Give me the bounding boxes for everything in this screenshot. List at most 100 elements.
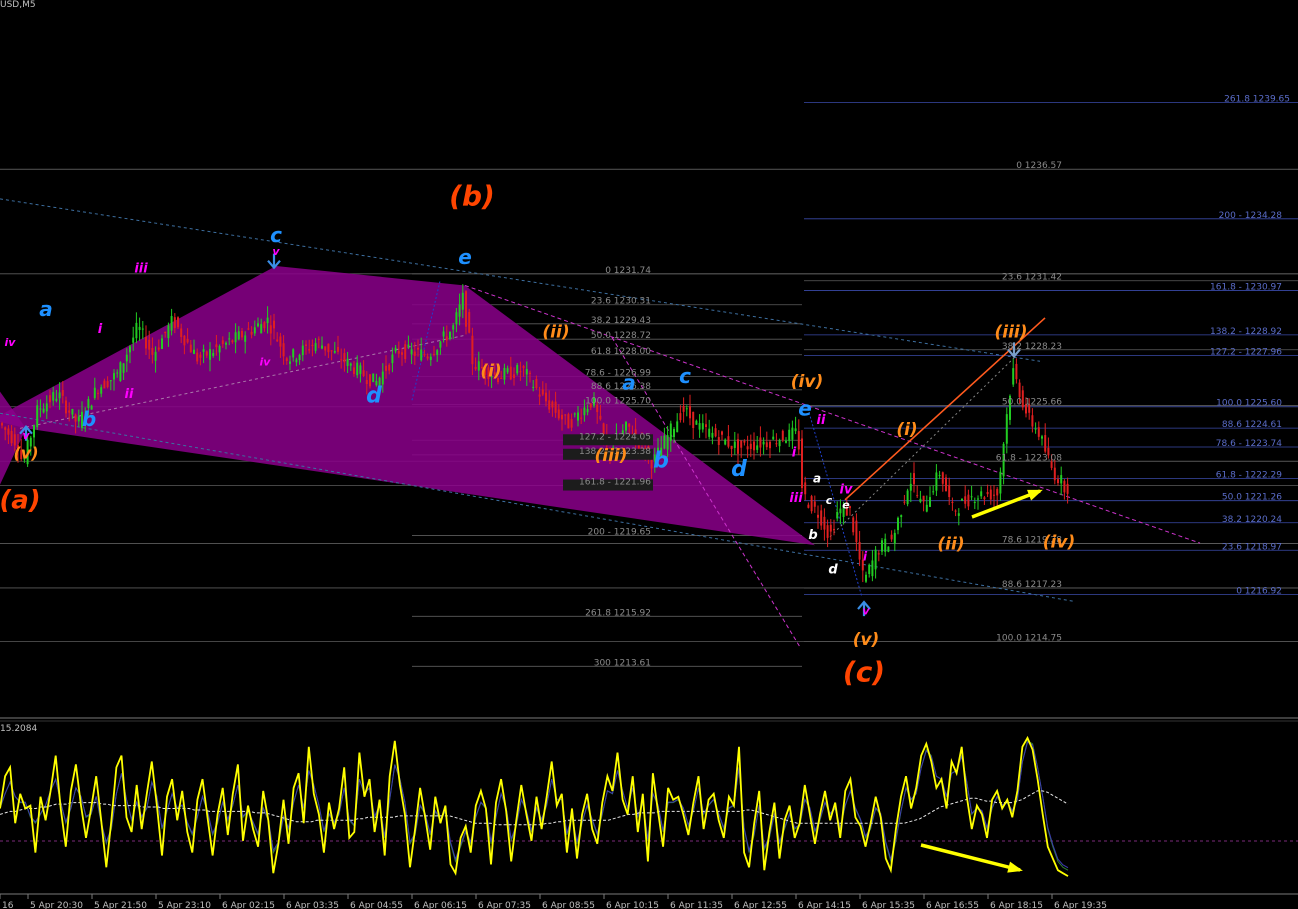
yellow-arrow-icon-head <box>1007 861 1023 873</box>
candle-body <box>186 338 189 343</box>
candle-body <box>989 489 992 500</box>
candle-body <box>442 331 445 337</box>
candle-body <box>61 389 64 396</box>
candle-body <box>317 338 320 340</box>
candle-body <box>333 350 336 353</box>
candle-body <box>929 497 931 507</box>
fibonacci-labels: 261.8 1239.65 0 1236.57 200 - 1234.28 0 123… <box>563 95 1290 668</box>
wave-label: (iv) <box>791 372 823 392</box>
candle-body <box>298 354 301 360</box>
candle-body <box>132 337 135 343</box>
candle-body <box>343 353 346 363</box>
candle-body <box>305 344 307 346</box>
candle-body <box>541 389 544 395</box>
fib-level-label: 23.6 1231.42 <box>1002 273 1062 283</box>
fib-level-label: 61.8 - 1222.29 <box>1216 470 1282 480</box>
wave-label: (a) <box>0 485 41 515</box>
fib-level-label: 0 1236.57 <box>1016 161 1062 171</box>
candle-body <box>247 328 250 330</box>
fib-level-label: 261.8 1239.65 <box>1224 95 1290 105</box>
candle-body <box>410 349 413 355</box>
wave-label: (v) <box>13 444 38 463</box>
candle-body <box>961 499 963 501</box>
candle-body <box>529 372 531 374</box>
candle-body <box>513 374 515 379</box>
candle-body <box>202 349 205 352</box>
wave-label: a <box>39 297 53 321</box>
candle-body <box>1057 479 1059 484</box>
candle-body <box>788 429 791 441</box>
candle-body <box>135 322 138 339</box>
candle-body <box>1066 483 1069 494</box>
candle-body <box>321 345 323 349</box>
candle-body <box>887 546 890 552</box>
candle-body <box>148 339 151 350</box>
fib-level-label: 38.2 1229.43 <box>591 316 651 326</box>
oscillator-panel <box>0 717 1298 877</box>
candle-body <box>721 431 723 435</box>
wave-label: iv <box>5 336 17 349</box>
candle-body <box>45 403 48 412</box>
candle-body <box>237 331 240 340</box>
candle-body <box>177 317 179 328</box>
candle-body <box>452 325 455 330</box>
time-axis: 16 5 Apr 20:30 5 Apr 21:50 5 Apr 23:10 6 Apr… <box>0 893 1298 909</box>
candle-body <box>967 494 970 507</box>
candle-body <box>253 327 256 334</box>
symbol-title: USD,M5 <box>0 0 36 10</box>
candle-body <box>122 363 125 373</box>
candle-body <box>429 356 432 361</box>
candle-body <box>919 498 922 502</box>
candle-body <box>775 443 778 445</box>
candle-body <box>228 338 231 340</box>
candle-body <box>119 362 122 382</box>
candle-body <box>548 400 551 410</box>
candle-body <box>628 423 631 427</box>
candle-body <box>964 496 967 504</box>
candle-body <box>874 549 877 570</box>
candle-body <box>74 414 77 422</box>
candle-body <box>583 407 586 416</box>
wave-label: i <box>98 322 103 337</box>
candle-body <box>106 381 109 388</box>
fib-level-label: 50.0 1221.26 <box>1222 493 1282 503</box>
candle-body <box>692 411 695 429</box>
time-tick-label: 6 Apr 16:55 <box>926 901 979 909</box>
candle-body <box>698 423 701 430</box>
candle-body <box>785 440 787 443</box>
fib-level-label: 100.0 1225.70 <box>585 397 651 407</box>
wave-label: iv <box>840 482 853 497</box>
candle-body <box>301 345 304 356</box>
candle-body <box>231 340 234 343</box>
candle-body <box>55 398 58 401</box>
candle-body <box>337 346 339 352</box>
time-tick-label: 5 Apr 21:50 <box>94 901 147 909</box>
candle-body <box>109 380 112 382</box>
candle-body <box>797 431 800 450</box>
candle-body <box>71 408 74 415</box>
candle-body <box>717 437 720 445</box>
candle-body <box>884 538 887 552</box>
candle-body <box>855 520 858 543</box>
candle-body <box>289 361 291 364</box>
candle-body <box>77 416 80 422</box>
candle-body <box>941 472 944 484</box>
candle-body <box>820 510 823 526</box>
candle-body <box>141 328 144 330</box>
candle-body <box>209 349 211 360</box>
candle-body <box>759 437 762 448</box>
yellow-arrow-icon <box>920 843 1021 872</box>
candle-body <box>103 380 106 389</box>
candle-body <box>138 326 141 330</box>
candle-body <box>503 367 506 380</box>
fib-level-label: 0 1216.92 <box>1236 587 1282 597</box>
candle-body <box>311 344 314 346</box>
candle-body <box>740 440 743 448</box>
candle-body <box>810 496 813 512</box>
candle-body <box>167 325 170 339</box>
candle-body <box>97 392 99 394</box>
candle-body <box>865 574 867 582</box>
time-tick-label: 6 Apr 15:35 <box>862 901 915 909</box>
candle-body <box>743 440 746 443</box>
oscillator-main-line <box>0 735 1069 877</box>
